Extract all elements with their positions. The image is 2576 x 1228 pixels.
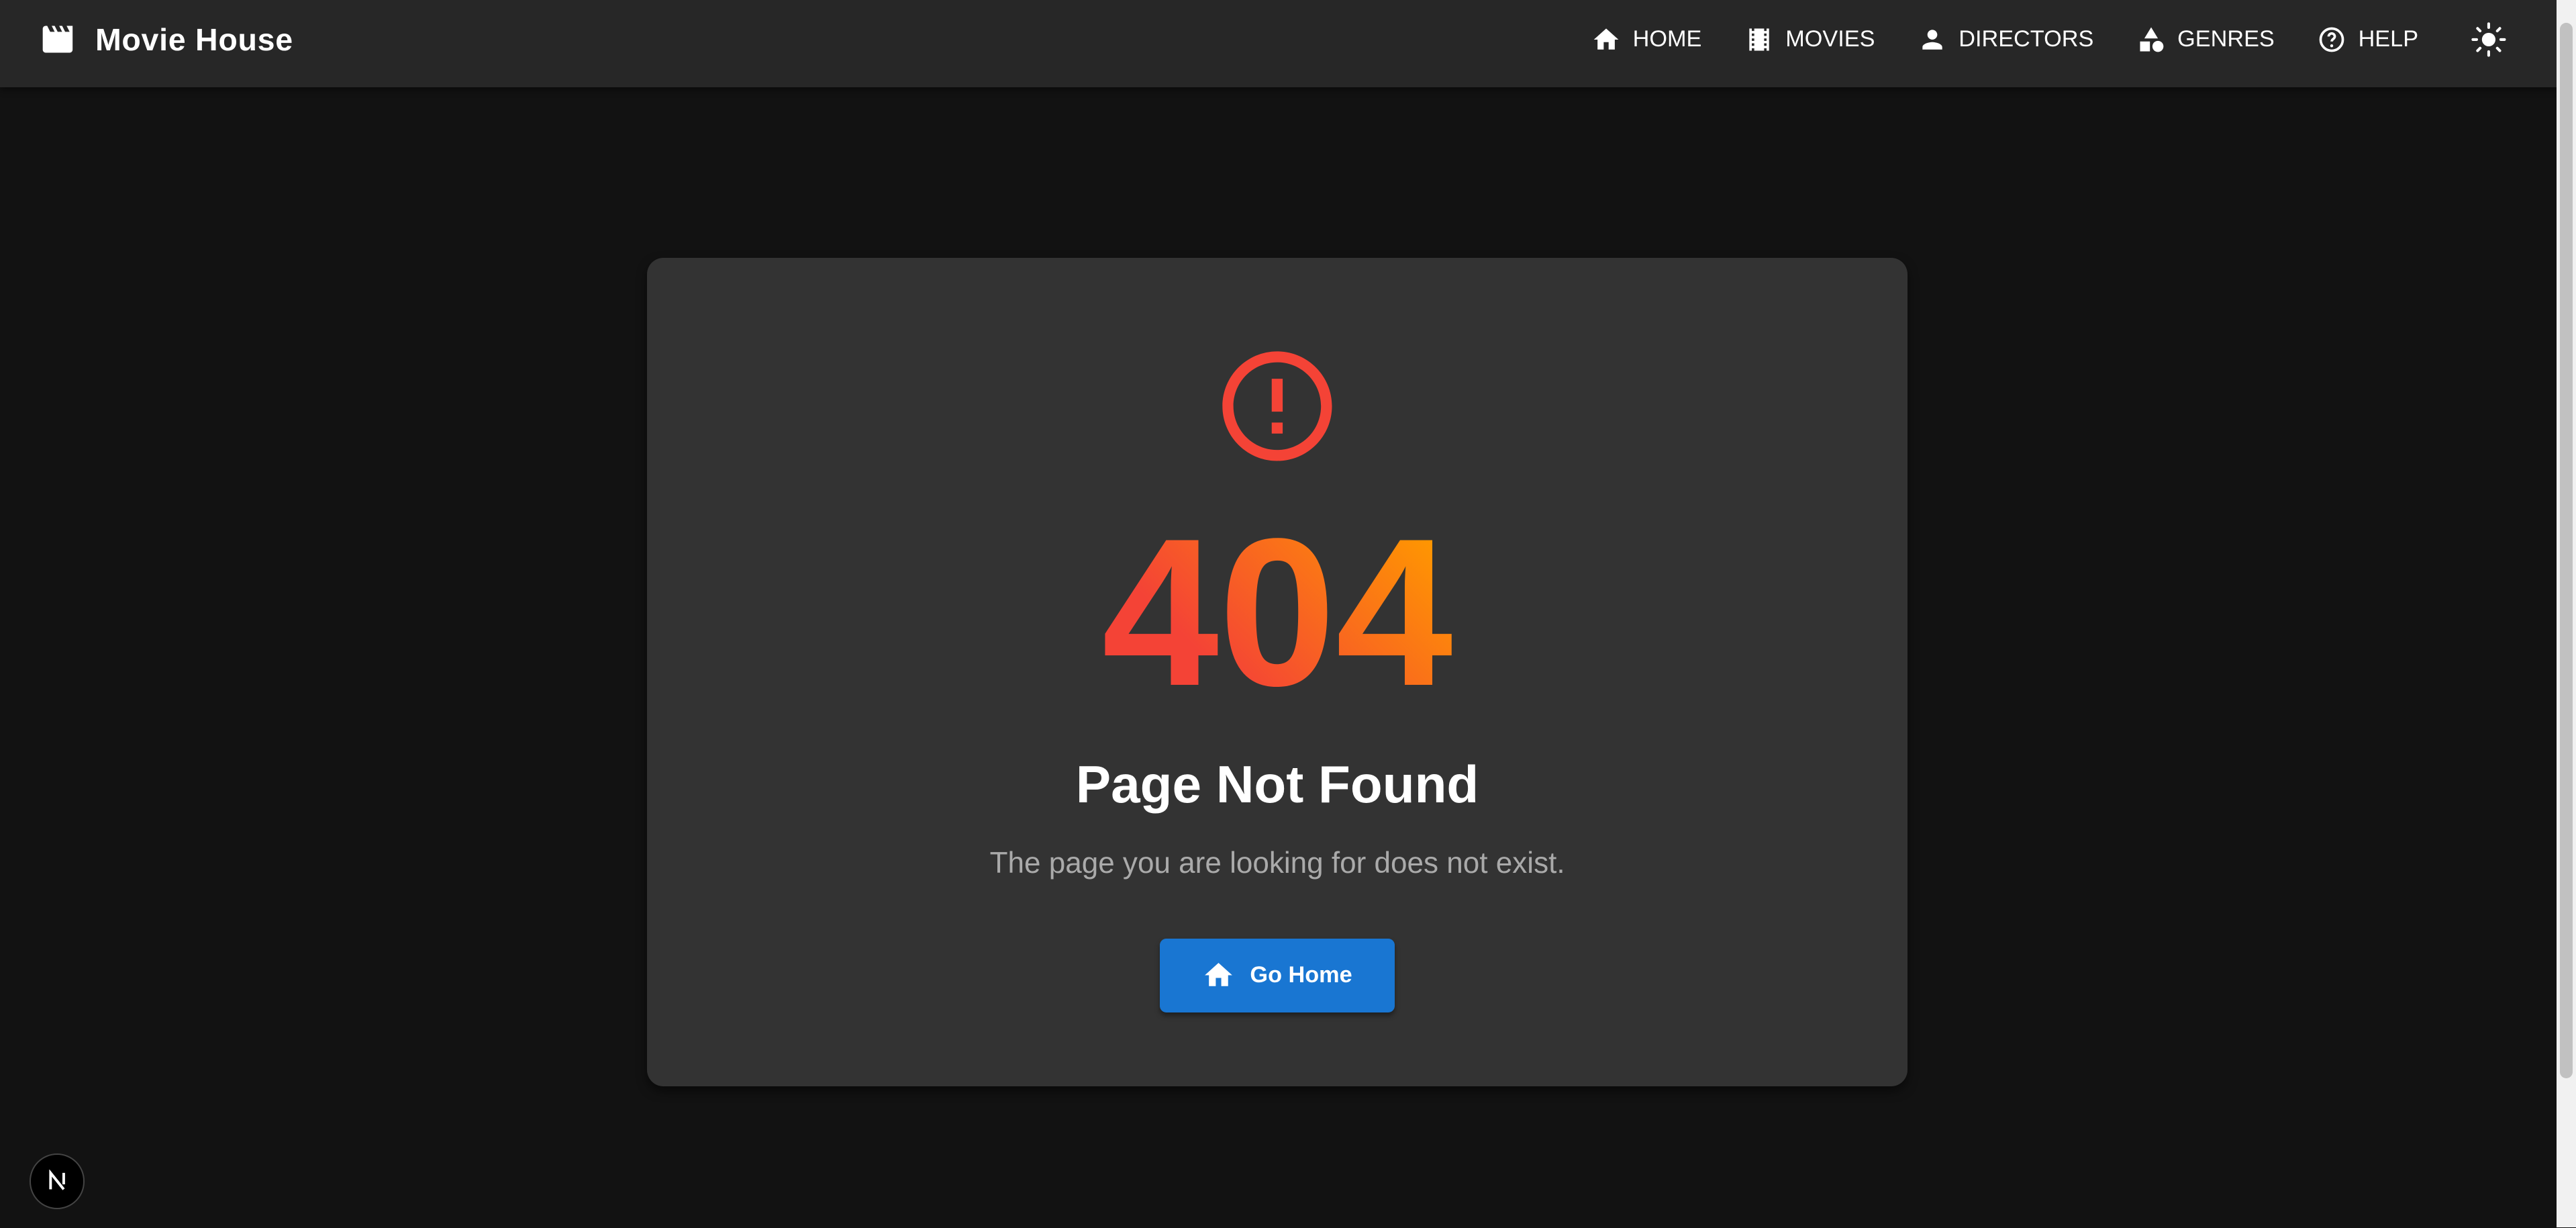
category-icon [2140, 27, 2164, 52]
theme-toggle-button[interactable] [2471, 21, 2507, 58]
nav-label: MOVIES [1785, 26, 1875, 52]
nav-home[interactable]: HOME [1591, 25, 1701, 54]
nav-label: HELP [2358, 26, 2419, 52]
nav-label: DIRECTORS [1959, 26, 2094, 52]
nav-movies[interactable]: MOVIES [1744, 25, 1875, 54]
error-card: 404 Page Not Found The page you are look… [647, 258, 1908, 1086]
app-title: Movie House [95, 21, 293, 57]
go-home-button[interactable]: Go Home [1160, 938, 1395, 1012]
nextjs-dev-indicator[interactable] [30, 1153, 85, 1209]
nav-help[interactable]: HELP [2317, 25, 2418, 54]
nav-directors[interactable]: DIRECTORS [1918, 25, 2093, 54]
film-icon [1749, 28, 1769, 51]
scrollbar[interactable] [2556, 0, 2576, 1228]
go-home-label: Go Home [1250, 962, 1352, 988]
help-icon [2320, 27, 2344, 52]
error-title: Page Not Found [1075, 755, 1479, 814]
error-outline-icon [1222, 350, 1332, 461]
nav-genres[interactable]: GENRES [2136, 25, 2275, 54]
home-icon [1594, 28, 1619, 50]
nav-label: GENRES [2177, 26, 2275, 52]
movie-clapper-icon [42, 26, 72, 53]
error-message: The page you are looking for does not ex… [989, 846, 1565, 880]
home-icon [1205, 963, 1233, 987]
brand[interactable]: Movie House [40, 21, 293, 58]
nav-label: HOME [1632, 26, 1702, 52]
error-code-text: 404 [1101, 495, 1453, 730]
scrollbar-thumb[interactable] [2559, 23, 2573, 1078]
person-icon [1922, 30, 1942, 50]
app-header: Movie House HOME MOVIES DIRECTORS GENRES… [0, 0, 2557, 87]
main-nav: HOME MOVIES DIRECTORS GENRES HELP [1591, 0, 2507, 79]
nextjs-logo-icon [49, 1170, 65, 1190]
sun-icon [2471, 22, 2506, 57]
error-code: 404 [647, 508, 1907, 718]
